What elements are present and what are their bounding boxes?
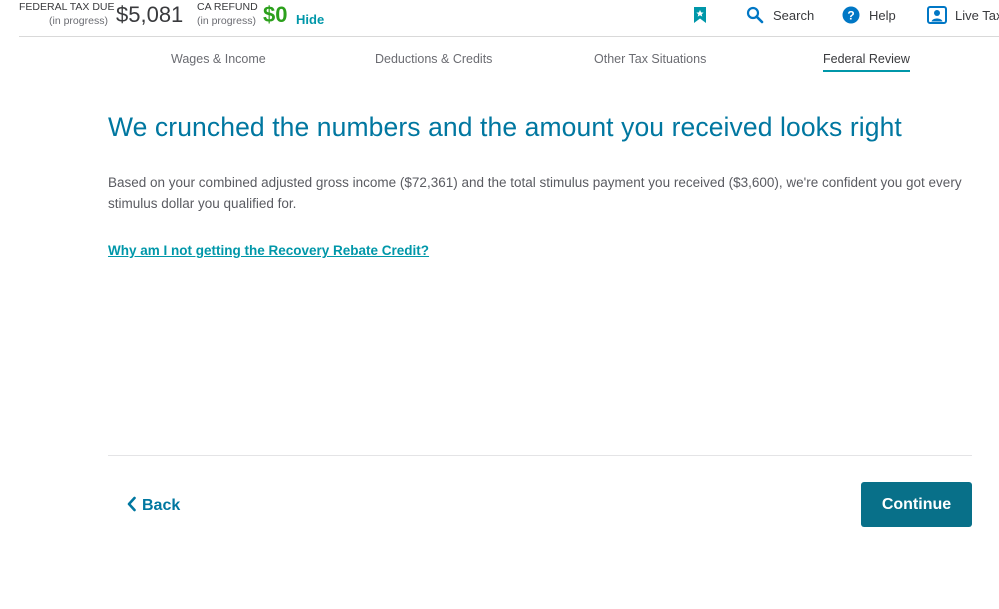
- chevron-left-icon: [126, 496, 137, 517]
- help-label: Help: [869, 7, 896, 23]
- hide-link[interactable]: Hide: [296, 12, 324, 27]
- back-button[interactable]: Back: [126, 494, 180, 518]
- continue-button[interactable]: Continue: [861, 482, 972, 527]
- help-icon: ?: [841, 5, 861, 25]
- state-refund-amount: $0: [263, 2, 288, 27]
- header-divider: [19, 36, 999, 37]
- search-icon: [745, 5, 765, 25]
- recovery-rebate-credit-link[interactable]: Why am I not getting the Recovery Rebate…: [108, 243, 429, 258]
- federal-tax-status: (in progress): [49, 15, 108, 27]
- state-refund-label: CA REFUND: [197, 1, 258, 13]
- bookmark-icon: [690, 5, 710, 25]
- tab-deductions-credits[interactable]: Deductions & Credits: [375, 52, 492, 72]
- back-label: Back: [142, 497, 181, 514]
- tab-other-tax-situations[interactable]: Other Tax Situations: [594, 52, 706, 72]
- tab-federal-review[interactable]: Federal Review: [823, 52, 910, 72]
- help-button[interactable]: ? Help: [841, 4, 896, 26]
- search-label: Search: [773, 7, 815, 23]
- svg-text:?: ?: [847, 8, 854, 22]
- live-tax-button[interactable]: Live Tax: [927, 4, 999, 26]
- live-tax-label: Live Tax: [955, 7, 999, 23]
- bookmark-button[interactable]: [690, 4, 710, 26]
- footer-divider: [108, 455, 972, 456]
- federal-tax-amount: $5,081: [116, 2, 184, 27]
- federal-tax-label: FEDERAL TAX DUE: [19, 1, 115, 13]
- page-title: We crunched the numbers and the amount y…: [108, 112, 902, 142]
- search-button[interactable]: Search: [745, 4, 814, 26]
- state-refund-status: (in progress): [197, 15, 256, 27]
- stimulus-explanation: Based on your combined adjusted gross in…: [108, 175, 962, 211]
- live-tax-icon: [927, 5, 947, 25]
- tab-wages-income[interactable]: Wages & Income: [171, 52, 266, 72]
- top-header: FEDERAL TAX DUE (in progress) $5,081 CA …: [0, 0, 999, 37]
